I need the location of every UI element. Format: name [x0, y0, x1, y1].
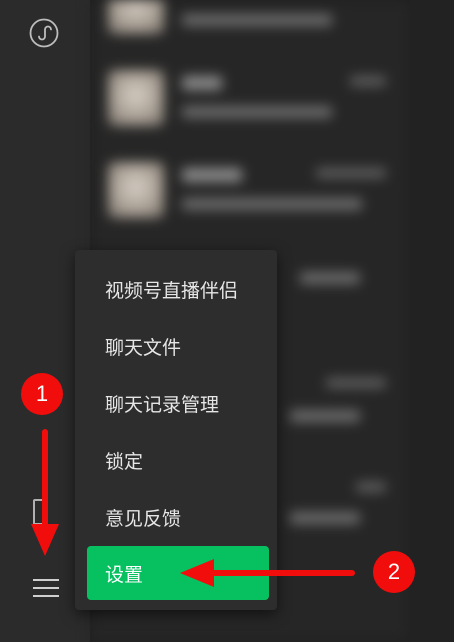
- menu-item-live-companion[interactable]: 视频号直播伴侣: [87, 262, 269, 316]
- phone-icon[interactable]: [33, 499, 47, 525]
- chat-time: [316, 168, 386, 178]
- mini-program-icon[interactable]: [29, 18, 59, 48]
- hamburger-menu-icon[interactable]: [31, 576, 61, 600]
- menu-item-settings[interactable]: 设置: [87, 546, 269, 600]
- more-options-menu: 视频号直播伴侣 聊天文件 聊天记录管理 锁定 意见反馈 设置: [75, 250, 277, 610]
- chat-time: [350, 76, 386, 86]
- menu-item-lock[interactable]: 锁定: [87, 433, 269, 487]
- chat-row: [90, 144, 410, 236]
- chat-row: [90, 0, 410, 52]
- chat-name: [182, 76, 222, 90]
- chat-preview: [182, 14, 332, 26]
- menu-item-chat-files[interactable]: 聊天文件: [87, 319, 269, 373]
- avatar: [108, 70, 164, 126]
- chat-row: [90, 52, 410, 144]
- chat-time: [326, 378, 386, 388]
- avatar: [108, 0, 164, 34]
- chat-preview: [300, 272, 360, 284]
- chat-preview: [182, 106, 332, 118]
- avatar: [108, 162, 164, 218]
- step-1-badge: 1: [21, 373, 63, 415]
- menu-item-feedback[interactable]: 意见反馈: [87, 490, 269, 544]
- chat-panel-edge: [410, 0, 454, 642]
- chat-preview: [290, 410, 360, 422]
- chat-time: [356, 482, 386, 492]
- chat-preview: [290, 512, 360, 524]
- step-2-badge: 2: [373, 551, 415, 593]
- chat-name: [182, 168, 242, 182]
- wechat-window: 视频号直播伴侣 聊天文件 聊天记录管理 锁定 意见反馈 设置 1 2: [0, 0, 454, 642]
- menu-item-chat-history-management[interactable]: 聊天记录管理: [87, 376, 269, 430]
- chat-preview: [182, 198, 362, 210]
